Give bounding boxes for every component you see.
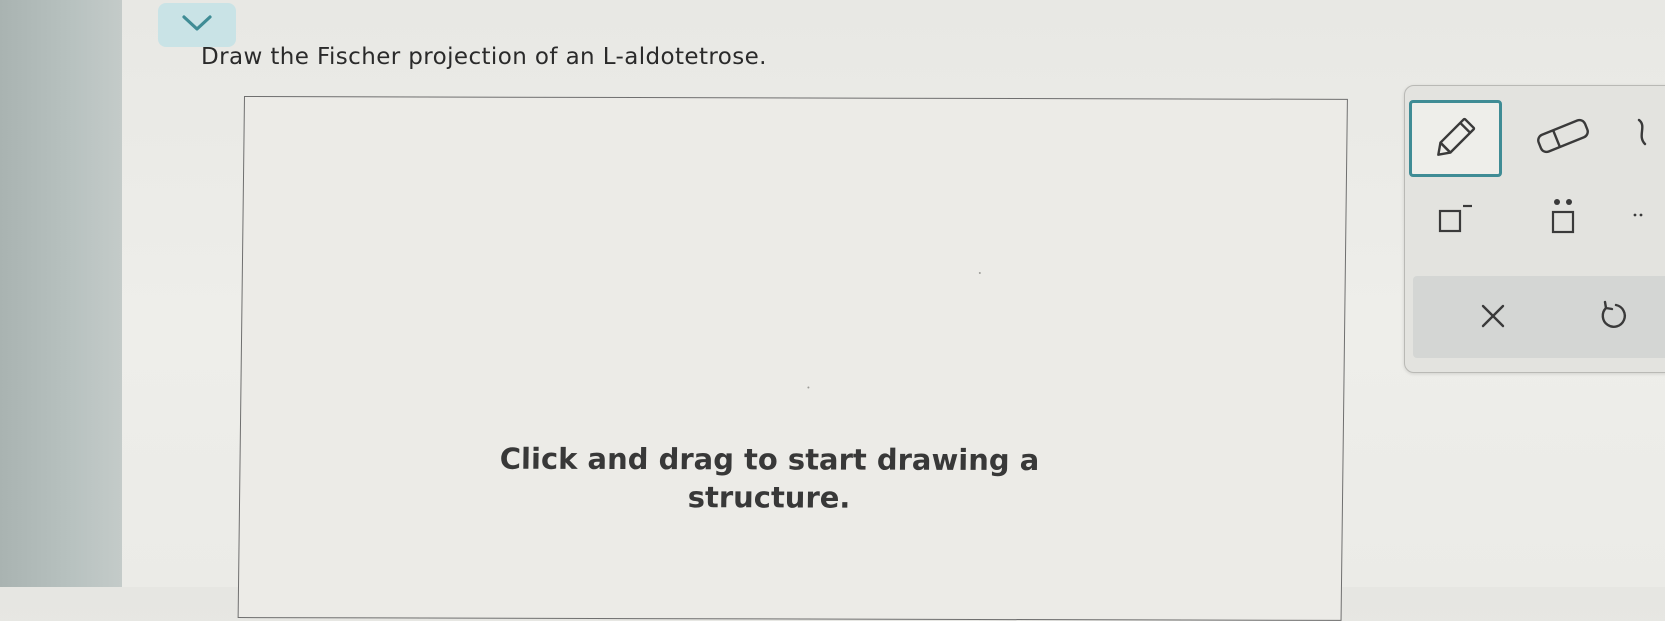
canvas-prompt-line2: structure. [687, 480, 851, 515]
undo-icon [1596, 299, 1630, 337]
lone-pair-tool-button[interactable] [1523, 191, 1603, 251]
collapse-button[interactable] [158, 3, 236, 47]
negative-charge-tool-button[interactable] [1415, 191, 1495, 251]
radical-icon [1631, 199, 1651, 243]
action-bar [1413, 276, 1665, 358]
clear-button[interactable] [1463, 288, 1523, 348]
negative-charge-icon [1430, 199, 1480, 243]
drawing-toolbar [1404, 85, 1665, 373]
pencil-icon [1427, 108, 1485, 170]
canvas-speck [978, 271, 981, 274]
radical-tool-button[interactable] [1631, 191, 1665, 251]
canvas-prompt-line1: Click and drag to start drawing a [499, 441, 1040, 478]
question-text: Draw the Fischer projection of an L-aldo… [201, 44, 767, 70]
screen-bezel [0, 0, 122, 587]
bond-icon [1635, 114, 1655, 162]
undo-button[interactable] [1583, 288, 1643, 348]
canvas-prompt: Click and drag to start drawing a struct… [240, 439, 1299, 518]
close-icon [1478, 301, 1508, 335]
chevron-down-icon [180, 13, 214, 37]
bond-tool-button[interactable] [1635, 102, 1665, 174]
eraser-tool-button[interactable] [1523, 102, 1603, 174]
canvas-speck [807, 386, 810, 389]
drawing-canvas[interactable]: Click and drag to start drawing a struct… [237, 96, 1348, 621]
eraser-icon [1532, 114, 1594, 162]
lone-pair-icon [1543, 196, 1583, 246]
pencil-tool-button[interactable] [1409, 100, 1502, 177]
